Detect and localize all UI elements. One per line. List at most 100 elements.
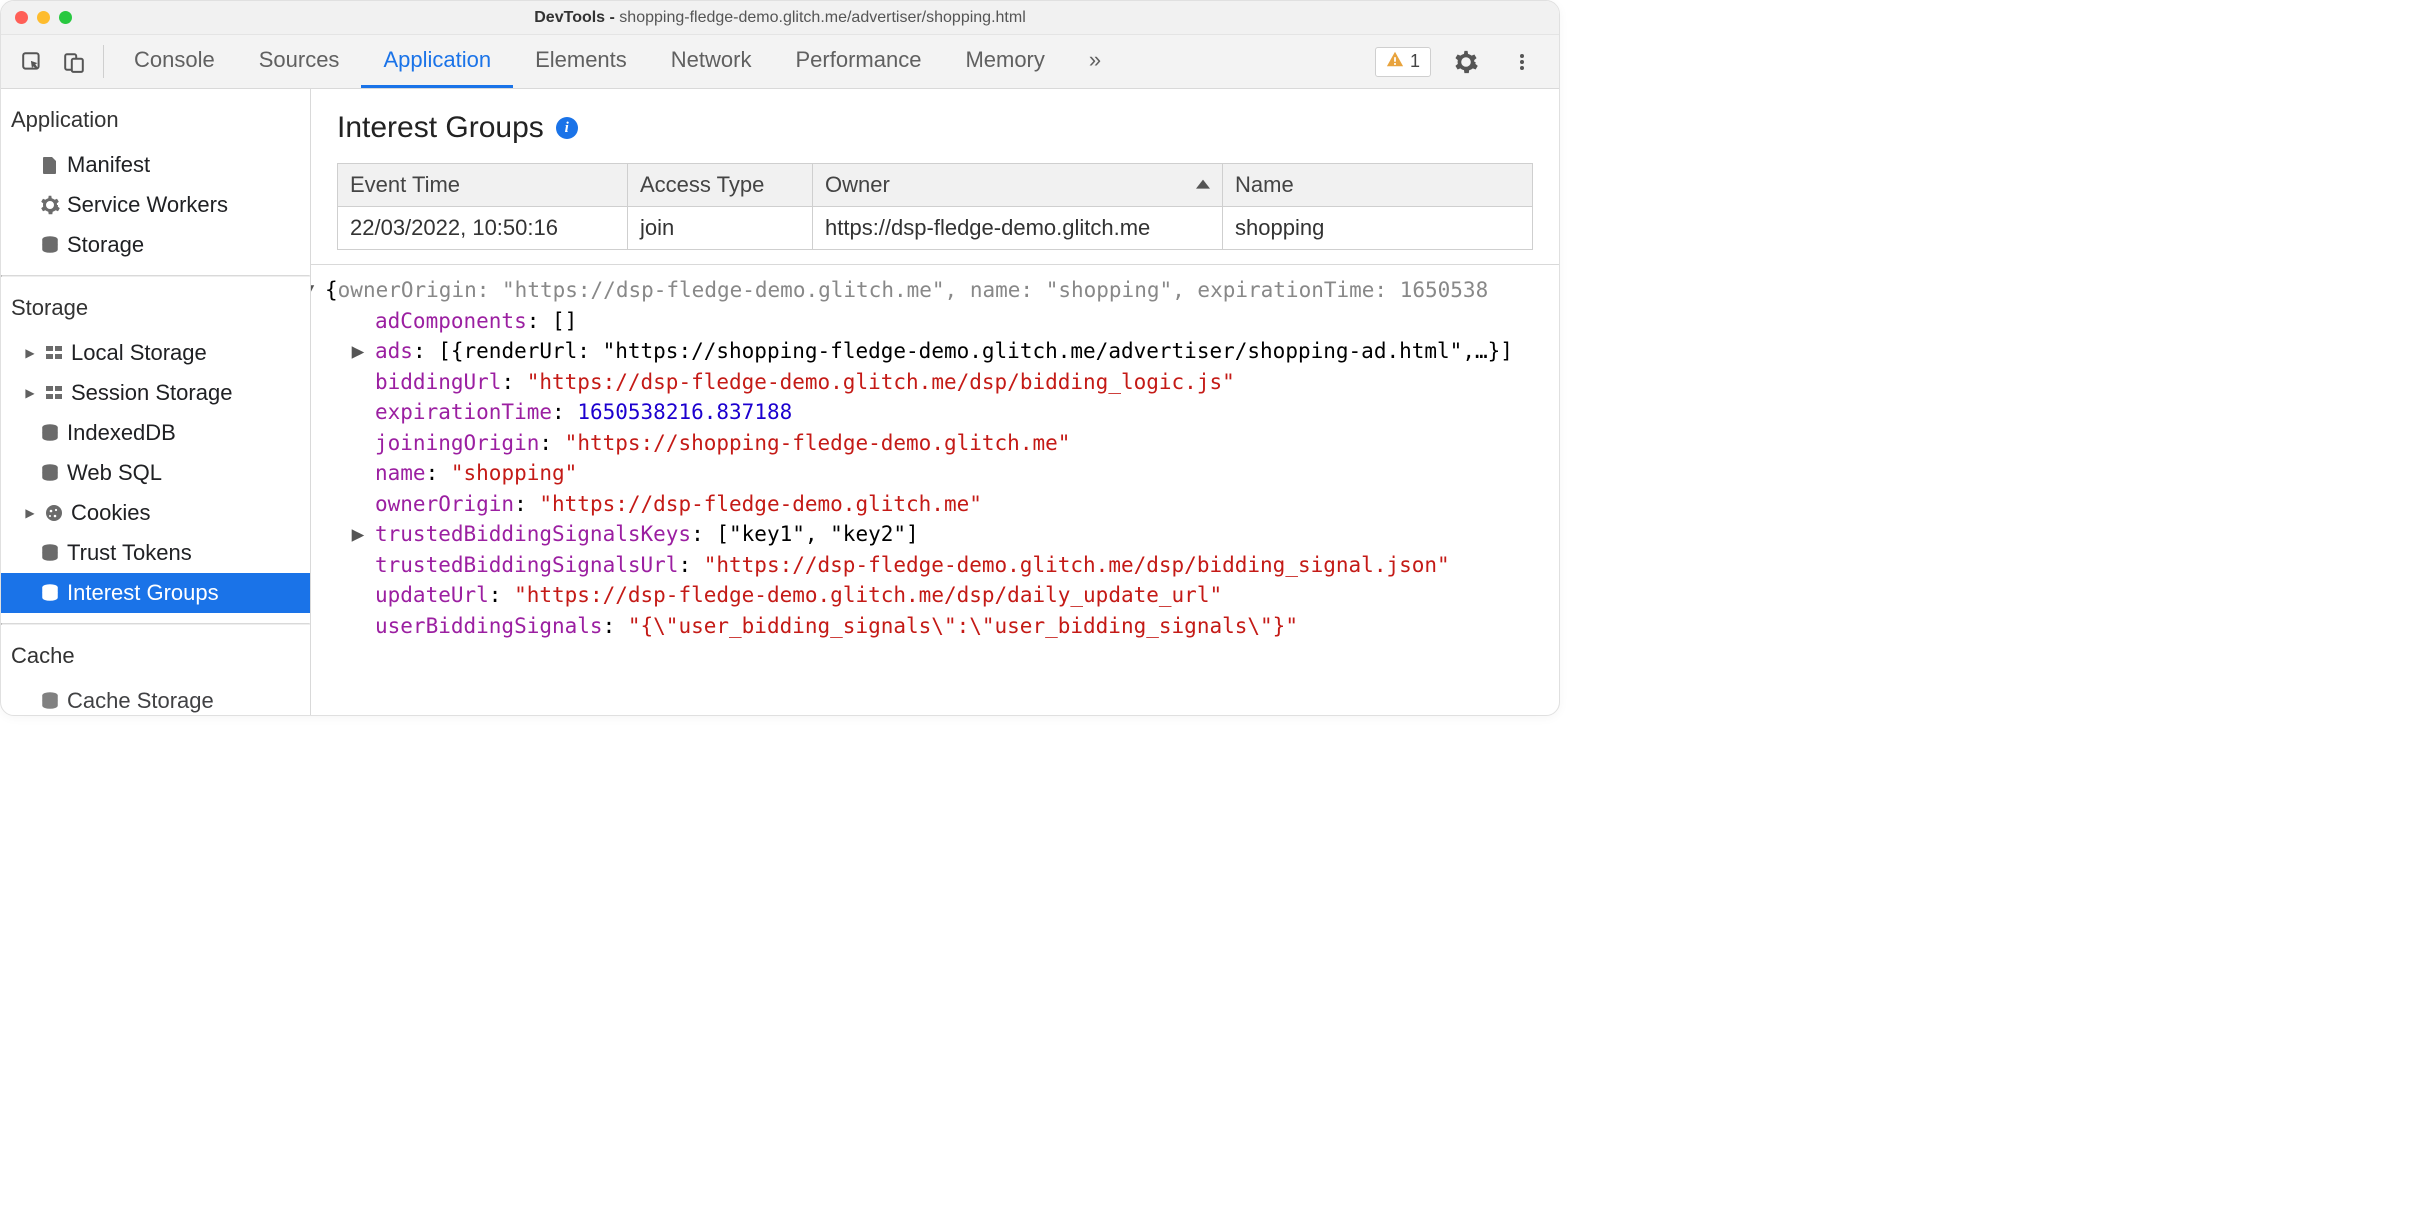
cell-event-time: 22/03/2022, 10:50:16 <box>338 207 628 250</box>
sidebar-item-label: IndexedDB <box>67 420 176 446</box>
obj-prop-trustedBiddingSignalsUrl[interactable]: trustedBiddingSignalsUrl: "https://dsp-f… <box>337 550 1551 581</box>
tab-elements[interactable]: Elements <box>513 35 649 88</box>
application-sidebar: Application Manifest Service Workers Sto… <box>1 89 311 715</box>
sidebar-tree-storage: ▶ Local Storage ▶ Session Storage Indexe… <box>1 331 310 623</box>
sidebar-tree-cache: Cache Storage <box>1 679 310 715</box>
sidebar-item-interest-groups[interactable]: Interest Groups <box>1 573 310 613</box>
tab-sources[interactable]: Sources <box>237 35 362 88</box>
sidebar-item-label: Cookies <box>71 500 150 526</box>
sidebar-item-label: Service Workers <box>67 192 228 218</box>
col-event-time[interactable]: Event Time <box>338 164 628 207</box>
obj-root[interactable]: ▼{ownerOrigin: "https://dsp-fledge-demo.… <box>327 275 1551 306</box>
warning-icon <box>1386 50 1404 73</box>
sidebar-item-label: Session Storage <box>71 380 232 406</box>
cell-name: shopping <box>1223 207 1533 250</box>
tab-memory[interactable]: Memory <box>943 35 1066 88</box>
sidebar-section-cache: Cache <box>1 625 310 679</box>
sidebar-item-label: Trust Tokens <box>67 540 192 566</box>
inspect-element-button[interactable] <box>11 35 53 88</box>
sidebar-section-storage: Storage <box>1 277 310 331</box>
sidebar-item-label: Cache Storage <box>67 688 214 714</box>
interest-groups-table: Event Time Access Type Owner Name 22/03/… <box>337 163 1533 250</box>
obj-prop-ownerOrigin[interactable]: ownerOrigin: "https://dsp-fledge-demo.gl… <box>337 489 1551 520</box>
window-controls <box>15 11 72 24</box>
caret-icon: ▶ <box>23 506 37 520</box>
caret-icon: ▶ <box>23 346 37 360</box>
grid-icon <box>43 383 65 403</box>
storage-icon <box>39 423 61 443</box>
tab-console[interactable]: Console <box>112 35 237 88</box>
sidebar-item-session-storage[interactable]: ▶ Session Storage <box>1 373 310 413</box>
obj-prop-name[interactable]: name: "shopping" <box>337 458 1551 489</box>
top-toolbar: Console Sources Application Elements Net… <box>1 35 1559 89</box>
object-inspector: ▼{ownerOrigin: "https://dsp-fledge-demo.… <box>311 264 1559 649</box>
obj-prop-joiningOrigin[interactable]: joiningOrigin: "https://shopping-fledge-… <box>337 428 1551 459</box>
settings-button[interactable] <box>1445 50 1487 74</box>
tab-performance[interactable]: Performance <box>773 35 943 88</box>
col-name[interactable]: Name <box>1223 164 1533 207</box>
panel-title: Interest Groups i <box>311 89 1559 163</box>
sidebar-item-cache-storage[interactable]: Cache Storage <box>1 681 310 715</box>
col-owner[interactable]: Owner <box>813 164 1223 207</box>
storage-icon <box>39 235 61 255</box>
caret-right-icon: ▶ <box>359 336 375 367</box>
obj-prop-trustedBiddingSignalsKeys[interactable]: ▶trustedBiddingSignalsKeys: ["key1", "ke… <box>337 519 1551 550</box>
obj-prop-expirationTime[interactable]: expirationTime: 1650538216.837188 <box>337 397 1551 428</box>
sidebar-section-application: Application <box>1 89 310 143</box>
toolbar-divider <box>103 45 104 78</box>
sidebar-item-label: Storage <box>67 232 144 258</box>
storage-icon <box>39 691 61 711</box>
tab-network[interactable]: Network <box>649 35 774 88</box>
toggle-device-button[interactable] <box>53 35 95 88</box>
sidebar-item-label: Web SQL <box>67 460 162 486</box>
sidebar-item-trust-tokens[interactable]: Trust Tokens <box>1 533 310 573</box>
storage-icon <box>39 543 61 563</box>
minimize-window-button[interactable] <box>37 11 50 24</box>
sidebar-item-label: Local Storage <box>71 340 207 366</box>
window-title: DevTools - shopping-fledge-demo.glitch.m… <box>1 9 1559 27</box>
sidebar-item-websql[interactable]: Web SQL <box>1 453 310 493</box>
obj-prop-ads[interactable]: ▶ads: [{renderUrl: "https://shopping-fle… <box>337 336 1551 367</box>
devtools-window: DevTools - shopping-fledge-demo.glitch.m… <box>0 0 1560 716</box>
caret-right-icon: ▶ <box>359 519 375 550</box>
table-row[interactable]: 22/03/2022, 10:50:16 join https://dsp-fl… <box>338 207 1533 250</box>
main-area: Application Manifest Service Workers Sto… <box>1 89 1559 715</box>
obj-prop-updateUrl[interactable]: updateUrl: "https://dsp-fledge-demo.glit… <box>337 580 1551 611</box>
tab-application[interactable]: Application <box>361 35 513 88</box>
panel-title-text: Interest Groups <box>337 111 544 145</box>
obj-prop-userBiddingSignals[interactable]: userBiddingSignals: "{\"user_bidding_sig… <box>337 611 1551 642</box>
obj-prop-biddingUrl[interactable]: biddingUrl: "https://dsp-fledge-demo.gli… <box>337 367 1551 398</box>
panel-tabs: Console Sources Application Elements Net… <box>112 35 1123 88</box>
sort-asc-icon <box>1196 180 1210 189</box>
more-menu-button[interactable] <box>1501 52 1543 72</box>
warnings-count: 1 <box>1410 51 1420 72</box>
info-icon[interactable]: i <box>556 117 578 139</box>
cell-access-type: join <box>628 207 813 250</box>
sidebar-item-label: Manifest <box>67 152 150 178</box>
caret-icon: ▶ <box>23 386 37 400</box>
file-icon <box>39 155 61 175</box>
sidebar-item-manifest[interactable]: Manifest <box>1 145 310 185</box>
tabs-overflow[interactable]: » <box>1067 35 1123 88</box>
sidebar-item-indexeddb[interactable]: IndexedDB <box>1 413 310 453</box>
titlebar: DevTools - shopping-fledge-demo.glitch.m… <box>1 1 1559 35</box>
sidebar-item-cookies[interactable]: ▶ Cookies <box>1 493 310 533</box>
sidebar-item-service-workers[interactable]: Service Workers <box>1 185 310 225</box>
panel-content: Interest Groups i Event Time Access Type… <box>311 89 1559 715</box>
col-access-type[interactable]: Access Type <box>628 164 813 207</box>
caret-down-icon: ▼ <box>311 275 325 306</box>
grid-icon <box>43 343 65 363</box>
sidebar-item-label: Interest Groups <box>67 580 219 606</box>
obj-prop-adComponents[interactable]: adComponents: [] <box>337 306 1551 337</box>
close-window-button[interactable] <box>15 11 28 24</box>
storage-icon <box>39 583 61 603</box>
sidebar-tree-application: Manifest Service Workers Storage <box>1 143 310 275</box>
sidebar-item-app-storage[interactable]: Storage <box>1 225 310 265</box>
gear-icon <box>39 195 61 215</box>
storage-icon <box>39 463 61 483</box>
cookie-icon <box>43 503 65 523</box>
warnings-chip[interactable]: 1 <box>1375 47 1431 77</box>
maximize-window-button[interactable] <box>59 11 72 24</box>
table-header-row: Event Time Access Type Owner Name <box>338 164 1533 207</box>
sidebar-item-local-storage[interactable]: ▶ Local Storage <box>1 333 310 373</box>
